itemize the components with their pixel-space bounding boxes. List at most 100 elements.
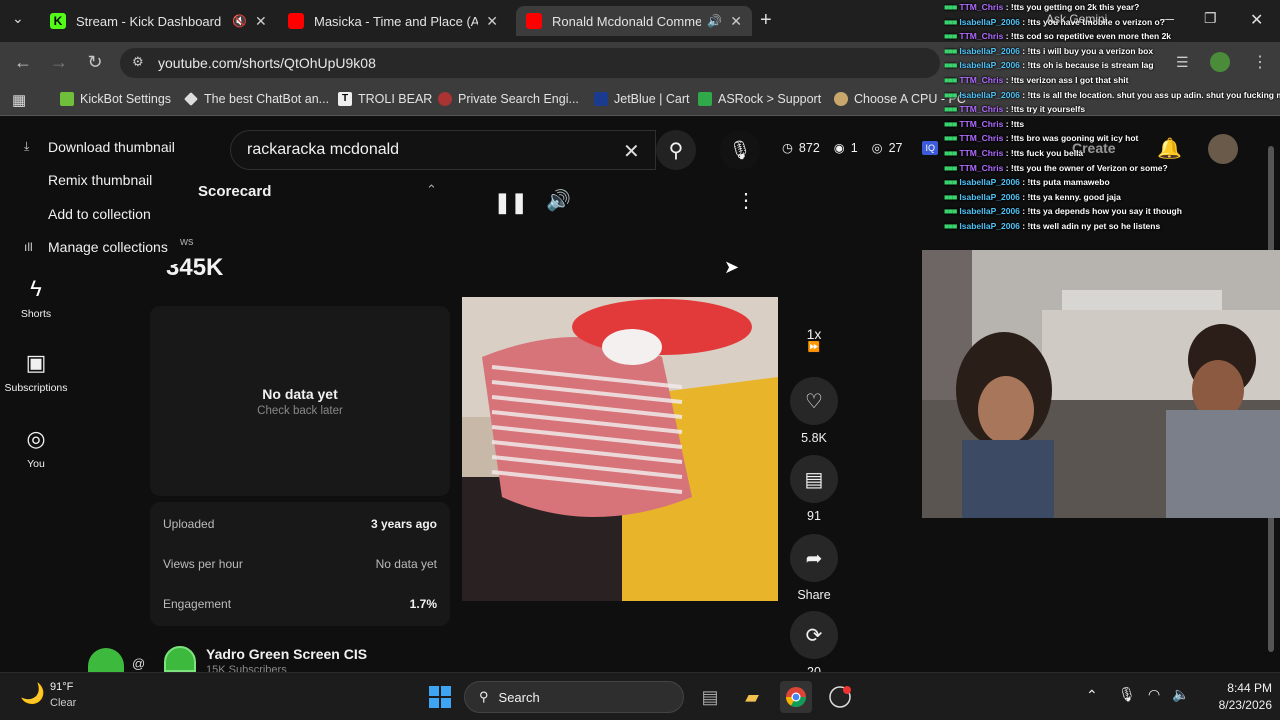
back-icon[interactable]: ←	[12, 52, 34, 73]
forward-icon[interactable]: →	[48, 52, 70, 73]
scorecard-header[interactable]: Scorecard ⌃	[150, 176, 450, 212]
site-info-icon[interactable]: ⚙	[132, 54, 144, 70]
reload-icon[interactable]: ↻	[84, 52, 106, 73]
clock-time[interactable]: 8:44 PM	[1208, 681, 1272, 695]
bookmark-private-search[interactable]: Private Search Engi...	[438, 92, 579, 106]
tab-ronald-mcdonald[interactable]: Ronald Mcdonald Commerc 🔊 ✕	[516, 6, 752, 36]
chat-text: : !tts verizon ass I got that shit	[1003, 74, 1129, 85]
youtube-logo-icon	[288, 13, 304, 29]
ask-gemini-label[interactable]: Ask Gemini	[1046, 12, 1107, 26]
taskbar-search[interactable]: ⚲ Search	[464, 681, 684, 713]
weather-temp[interactable]: 91°F	[50, 681, 73, 693]
file-explorer-icon[interactable]: ▰	[736, 681, 768, 713]
tab-close-icon[interactable]: ✕	[255, 13, 267, 30]
views-per-hour-label: Views per hour	[163, 557, 243, 571]
chat-username: TTM_Chris	[959, 162, 1004, 173]
collapse-chevron-icon[interactable]: ⌃	[426, 182, 437, 198]
video-content-image	[462, 297, 778, 601]
kickbot-icon	[60, 92, 74, 106]
obs-icon[interactable]	[824, 681, 856, 713]
like-button[interactable]: ♡ 5.8K	[790, 377, 838, 445]
nav-you[interactable]: ◎ You	[0, 426, 72, 470]
chat-badges-icon: ■■■	[944, 162, 957, 173]
extension-badge-icon[interactable]: IQ	[922, 140, 938, 155]
search-button[interactable]: ⚲	[656, 130, 696, 170]
menu-remix-thumbnail[interactable]: Remix thumbnail	[8, 164, 180, 198]
search-input[interactable]: rackaracka mcdonald ✕	[230, 130, 656, 170]
windows-taskbar: 🌙 91°F Clear ⚲ Search ▤ ▰ ⌃ 🎙 ◠ 🔈 8:44 P…	[0, 672, 1280, 720]
channel-name[interactable]: Yadro Green Screen CIS	[206, 646, 367, 662]
chat-message: ■■■ TTM_Chris : !tts verizon ass I got th…	[944, 73, 1280, 88]
download-icon: ⤓	[24, 139, 30, 154]
voice-search-button[interactable]: 🎙	[720, 130, 760, 170]
engagement-label: Engagement	[163, 597, 232, 611]
weather-moon-icon[interactable]: 🌙	[20, 681, 45, 706]
chat-message: ■■■ TTM_Chris : !tts bro was gooning wit …	[944, 131, 1280, 146]
heart-icon: ♡	[790, 377, 838, 425]
comment-icon: ▤	[790, 455, 838, 503]
share-icon: ➦	[790, 534, 838, 582]
speaker-tray-icon[interactable]: 🔈	[1172, 686, 1189, 703]
tab-search-chevron-icon[interactable]: ⌄	[12, 10, 24, 27]
tab-masicka[interactable]: Masicka - Time and Place (Audi ✕	[278, 6, 508, 36]
video-frame[interactable]	[462, 297, 778, 601]
pause-icon[interactable]: ❚❚	[494, 190, 528, 215]
chat-message: ■■■ IsabellaP_2006 : !tts ya kenny. good …	[944, 190, 1280, 205]
tab-close-icon[interactable]: ✕	[730, 13, 742, 30]
nav-subscriptions[interactable]: ▣ Subscriptions	[0, 350, 72, 394]
muted-speaker-icon[interactable]: 🔇	[232, 14, 247, 28]
wifi-icon[interactable]: ◠	[1148, 686, 1160, 703]
task-view-icon[interactable]: ▤	[694, 681, 726, 713]
microphone-tray-icon[interactable]: 🎙	[1118, 686, 1136, 703]
chat-message: ■■■ IsabellaP_2006 : !tts you have tmobil…	[944, 15, 1280, 30]
chat-username: IsabellaP_2006	[959, 60, 1020, 71]
bookmark-jetblue[interactable]: JetBlue | Cart	[594, 92, 690, 106]
apps-grid-icon[interactable]: ▦	[12, 91, 26, 109]
channel-avatar[interactable]	[164, 646, 196, 672]
tab-close-icon[interactable]: ✕	[486, 13, 498, 30]
remix-button[interactable]: ⟳ 20	[790, 611, 838, 672]
share-button[interactable]: ➦ Share	[790, 534, 838, 602]
chat-text: : !tts bro was gooning wit icy hot	[1003, 133, 1139, 144]
speed-control[interactable]: 1x ⏩	[790, 326, 838, 353]
chat-badges-icon: ■■■	[944, 220, 957, 231]
tab-kick-dashboard[interactable]: K Stream - Kick Dashboard 🔇 ✕	[40, 6, 280, 36]
menu-download-thumbnail[interactable]: ⤓ Download thumbnail	[8, 130, 180, 164]
url-field[interactable]: ⚙ youtube.com/shorts/QtOhUpU9k08	[120, 48, 940, 78]
chat-message: ■■■ TTM_Chris : !tts	[944, 117, 1280, 132]
speaker-icon[interactable]: 🔊	[707, 14, 722, 28]
bookmark-troli-bear[interactable]: T TROLI BEAR	[338, 92, 432, 106]
jetblue-icon	[594, 92, 608, 106]
chat-message: ■■■ IsabellaP_2006 : !tts oh is because i…	[944, 58, 1280, 73]
chat-username: IsabellaP_2006	[959, 220, 1020, 231]
clear-search-icon[interactable]: ✕	[623, 139, 640, 164]
mouse-cursor-icon: ➤	[724, 257, 740, 277]
chat-text: : !tts well adin ny pet so he listens	[1019, 220, 1161, 231]
chrome-logo	[786, 687, 806, 707]
bookmark-chatbot[interactable]: The best ChatBot an...	[184, 92, 329, 106]
show-hidden-icons-chevron[interactable]: ⌃	[1086, 687, 1098, 704]
nav-shorts[interactable]: ϟ Shorts	[0, 276, 72, 320]
obs-logo	[829, 686, 851, 708]
new-tab-icon[interactable]: +	[760, 9, 772, 32]
clock-date[interactable]: 8/23/2026	[1196, 698, 1272, 712]
menu-add-to-collection[interactable]: Add to collection	[8, 197, 180, 231]
bookmark-asrock[interactable]: ASRock > Support	[698, 92, 821, 106]
chat-badges-icon: ■■■	[944, 104, 957, 115]
troli-icon: T	[338, 92, 352, 106]
chat-username: TTM_Chris	[959, 2, 1004, 12]
chat-username: TTM_Chris	[959, 147, 1004, 158]
search-icon: ⚲	[668, 139, 684, 162]
windows-start-icon[interactable]	[424, 681, 456, 713]
chat-badges-icon: ■■■	[944, 118, 957, 129]
more-options-icon[interactable]: ⋮	[736, 188, 756, 213]
comments-button[interactable]: ▤ 91	[790, 455, 838, 523]
menu-manage-collections[interactable]: ıll Manage collections	[8, 231, 180, 265]
like-count: 5.8K	[801, 431, 827, 445]
chat-message: ■■■ IsabellaP_2006 : !tts ya depends how …	[944, 204, 1280, 219]
chat-username: IsabellaP_2006	[959, 191, 1020, 202]
bookmark-kickbot[interactable]: KickBot Settings	[60, 92, 171, 106]
speed-label: 1x	[806, 326, 822, 342]
volume-icon[interactable]: 🔊	[546, 188, 571, 213]
chrome-icon[interactable]	[780, 681, 812, 713]
